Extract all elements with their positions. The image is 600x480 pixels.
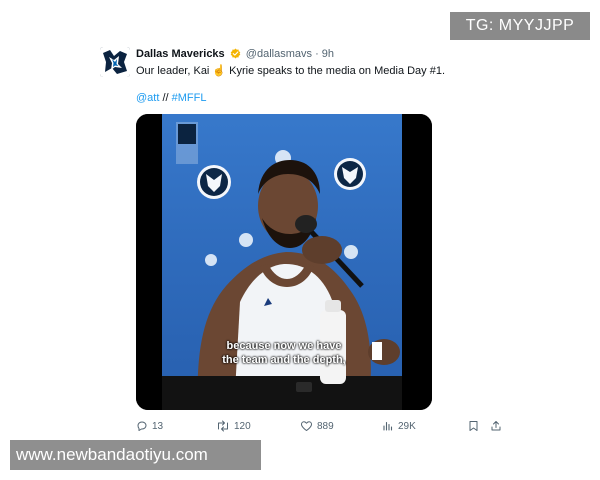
display-name[interactable]: Dallas Mavericks xyxy=(136,48,225,60)
retweet-button[interactable]: 120 xyxy=(216,416,251,436)
views-count: 29K xyxy=(398,420,416,432)
share-icon xyxy=(491,421,501,431)
mavs-corner-badge xyxy=(176,122,198,164)
tweet-header: Dallas Mavericks @dallasmavs · 9h xyxy=(136,48,334,62)
retweet-count: 120 xyxy=(234,420,251,432)
like-count: 889 xyxy=(317,420,334,432)
mention-link[interactable]: @att xyxy=(136,92,159,104)
like-icon xyxy=(301,421,312,431)
mavericks-logo-icon[interactable] xyxy=(100,47,130,77)
backdrop-logo-right xyxy=(334,158,366,190)
video-subtitle-line1: because now we have xyxy=(226,340,342,352)
bookmark-button[interactable] xyxy=(468,416,483,436)
reply-icon xyxy=(137,421,147,431)
press-table xyxy=(162,376,402,410)
tweet-tags: @att // #MFFL xyxy=(136,92,207,104)
watermark-telegram: TG: MYYJJPP xyxy=(450,12,590,40)
timestamp[interactable]: 9h xyxy=(322,48,334,60)
player-hand xyxy=(302,236,342,264)
tweet-actions: 13 120 889 29K xyxy=(136,416,504,436)
screenshot: TG: MYYJJPP Dallas Mavericks @dallasmavs… xyxy=(0,0,600,480)
views-button[interactable]: 29K xyxy=(382,416,416,436)
bookmark-icon xyxy=(469,421,478,431)
reply-count: 13 xyxy=(152,420,164,432)
views-icon xyxy=(383,421,393,431)
backdrop-logo-left xyxy=(197,165,231,199)
verified-badge-icon xyxy=(230,48,241,62)
reply-button[interactable]: 13 xyxy=(136,416,163,436)
handle[interactable]: @dallasmavs xyxy=(246,48,312,60)
retweet-icon xyxy=(218,420,228,432)
share-button[interactable] xyxy=(490,416,506,436)
watermark-website: www.newbandaotiyu.com xyxy=(10,440,261,470)
video-subtitle-line2: the team and the depth, xyxy=(222,354,346,366)
video-player[interactable]: because now we have the team and the dep… xyxy=(136,114,432,410)
tweet-text: Our leader, Kai ☝️ Kyrie speaks to the m… xyxy=(136,65,446,77)
like-button[interactable]: 889 xyxy=(300,416,334,436)
separator-dot: · xyxy=(315,48,319,60)
tag-separator: // xyxy=(162,92,169,104)
hashtag-link[interactable]: #MFFL xyxy=(172,92,207,104)
